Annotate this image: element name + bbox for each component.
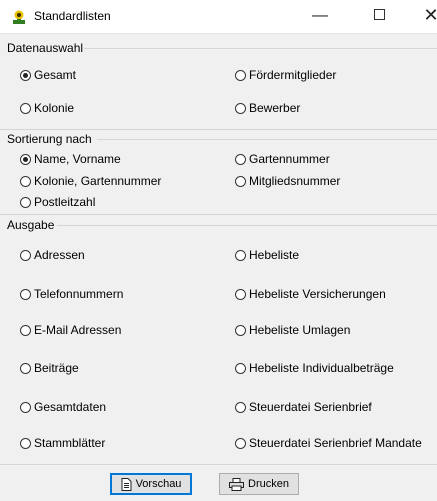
radio-label: Fördermitglieder <box>249 68 337 82</box>
document-icon <box>121 477 132 491</box>
radio-label: Mitgliedsnummer <box>249 174 341 188</box>
radio-label: Hebeliste Versicherungen <box>249 287 386 301</box>
radio-steuerdatei-serienbrief[interactable]: Steuerdatei Serienbrief <box>235 400 372 414</box>
radio-button[interactable] <box>20 362 31 374</box>
radio-button[interactable] <box>235 401 246 413</box>
print-button-label: Drucken <box>248 478 289 490</box>
radio-gartennummer[interactable]: Gartennummer <box>235 152 330 166</box>
radio-label: Postleitzahl <box>34 195 96 209</box>
radio-button[interactable] <box>20 324 31 336</box>
radio-foerdermitglieder[interactable]: Fördermitglieder <box>235 68 336 82</box>
radio-label: Name, Vorname <box>34 152 121 166</box>
radio-name-vorname[interactable]: Name, Vorname <box>20 152 121 166</box>
printer-icon <box>229 477 245 491</box>
radio-button[interactable] <box>235 288 246 300</box>
minimize-icon: — <box>312 7 328 24</box>
maximize-icon <box>373 8 385 20</box>
radio-stammblaetter[interactable]: Stammblätter <box>20 436 105 450</box>
radio-hebeliste-versicherungen[interactable]: Hebeliste Versicherungen <box>235 287 386 301</box>
print-button[interactable]: Drucken <box>219 473 299 495</box>
title-bar: Standardlisten — ✕ <box>0 0 437 34</box>
radio-gesamtdaten[interactable]: Gesamtdaten <box>20 400 106 414</box>
group-divider <box>97 139 437 140</box>
radio-button[interactable] <box>235 69 246 81</box>
radio-button[interactable] <box>20 102 31 114</box>
section-divider <box>0 214 437 215</box>
radio-telefonnummern[interactable]: Telefonnummern <box>20 287 123 301</box>
radio-button-checked[interactable] <box>20 153 31 165</box>
radio-label: Telefonnummern <box>34 287 124 301</box>
radio-button[interactable] <box>235 362 246 374</box>
minimize-button[interactable]: — <box>297 0 343 33</box>
radio-label: Gartennummer <box>249 152 330 166</box>
radio-label: Steuerdatei Serienbrief Mandate <box>249 436 422 450</box>
radio-button[interactable] <box>20 249 31 261</box>
section-divider <box>0 129 437 130</box>
radio-button[interactable] <box>235 102 246 114</box>
radio-button[interactable] <box>235 153 246 165</box>
radio-label: Beiträge <box>34 361 79 375</box>
radio-label: Gesamt <box>34 68 77 82</box>
radio-label: Hebeliste Umlagen <box>249 323 351 337</box>
radio-kolonie-gartennummer[interactable]: Kolonie, Gartennummer <box>20 174 161 188</box>
radio-label: Bewerber <box>249 101 301 115</box>
radio-label: Adressen <box>34 248 85 262</box>
radio-label: Kolonie <box>34 101 75 115</box>
group-label-ausgabe: Ausgabe <box>7 218 55 232</box>
radio-postleitzahl[interactable]: Postleitzahl <box>20 195 95 209</box>
radio-label: Kolonie, Gartennummer <box>34 174 162 188</box>
group-divider <box>84 48 437 49</box>
app-icon <box>13 10 25 24</box>
radio-hebeliste-individualbetraege[interactable]: Hebeliste Individualbeträge <box>235 361 394 375</box>
radio-label: Steuerdatei Serienbrief <box>249 400 372 414</box>
radio-kolonie[interactable]: Kolonie <box>20 101 74 115</box>
footer-divider <box>0 464 437 465</box>
group-label-datenauswahl: Datenauswahl <box>7 41 84 55</box>
preview-button-label: Vorschau <box>135 478 182 490</box>
close-button[interactable]: ✕ <box>411 0 437 33</box>
radio-button-checked[interactable] <box>20 69 31 81</box>
radio-label: Hebeliste Individualbeträge <box>249 361 394 375</box>
radio-button[interactable] <box>235 437 246 449</box>
radio-label: Hebeliste <box>249 248 300 262</box>
radio-gesamt[interactable]: Gesamt <box>20 68 76 82</box>
radio-button[interactable] <box>20 437 31 449</box>
close-icon: ✕ <box>423 5 437 25</box>
radio-adressen[interactable]: Adressen <box>20 248 85 262</box>
radio-hebeliste[interactable]: Hebeliste <box>235 248 299 262</box>
radio-hebeliste-umlagen[interactable]: Hebeliste Umlagen <box>235 323 350 337</box>
radio-steuerdatei-serienbrief-mandate[interactable]: Steuerdatei Serienbrief Mandate <box>235 436 422 450</box>
preview-button[interactable]: Vorschau <box>110 473 192 495</box>
radio-mitgliedsnummer[interactable]: Mitgliedsnummer <box>235 174 340 188</box>
radio-button[interactable] <box>20 196 31 208</box>
maximize-button[interactable] <box>356 0 402 33</box>
radio-button[interactable] <box>235 249 246 261</box>
radio-beitraege[interactable]: Beiträge <box>20 361 79 375</box>
radio-email-adressen[interactable]: E-Mail Adressen <box>20 323 121 337</box>
group-divider <box>57 225 437 226</box>
radio-bewerber[interactable]: Bewerber <box>235 101 300 115</box>
window-title: Standardlisten <box>34 9 111 23</box>
radio-button[interactable] <box>20 175 31 187</box>
radio-button[interactable] <box>235 324 246 336</box>
radio-label: Gesamtdaten <box>34 400 107 414</box>
radio-label: E-Mail Adressen <box>34 323 122 337</box>
radio-label: Stammblätter <box>34 436 106 450</box>
radio-button[interactable] <box>20 401 31 413</box>
radio-button[interactable] <box>20 288 31 300</box>
group-label-sortierung: Sortierung nach <box>7 132 92 146</box>
radio-button[interactable] <box>235 175 246 187</box>
